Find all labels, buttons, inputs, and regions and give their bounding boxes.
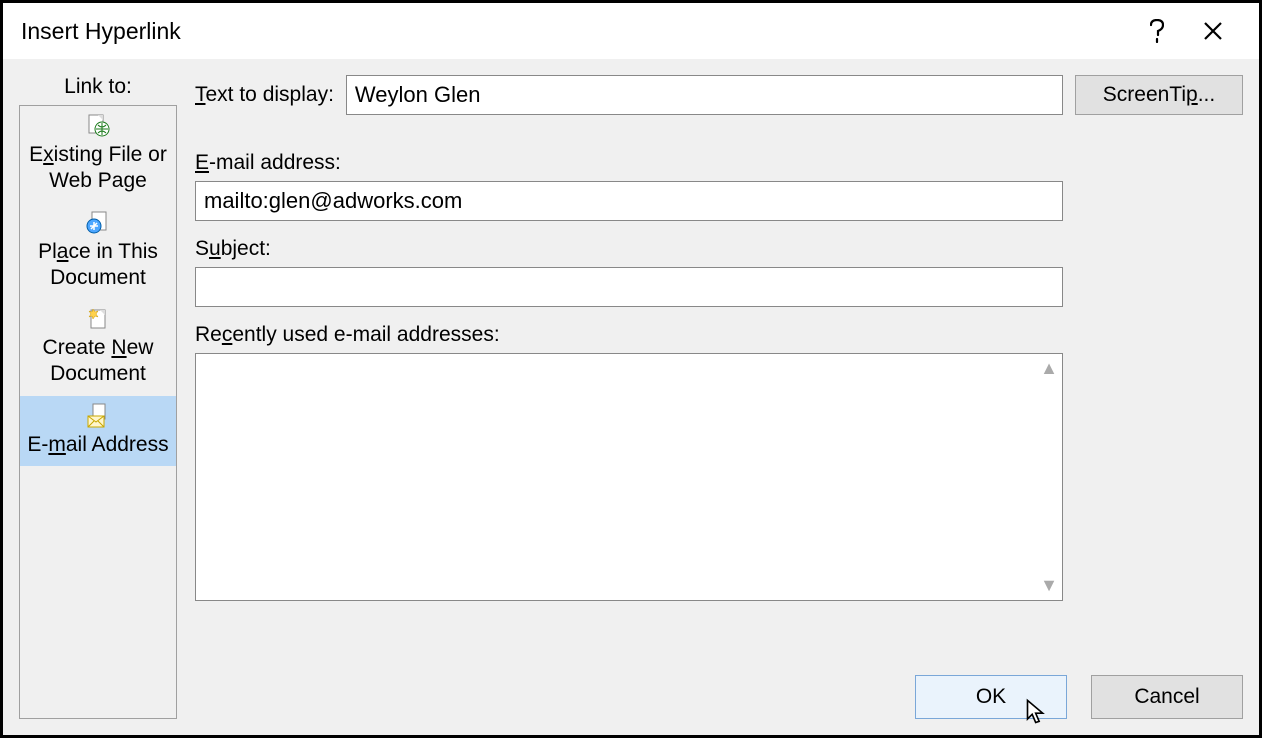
- email-address-input[interactable]: [195, 181, 1063, 221]
- file-web-icon: [84, 112, 112, 140]
- email-address-label: E-mail address:: [195, 151, 1243, 175]
- text-to-display-label: Text to display:: [195, 83, 334, 107]
- email-address-icon: [84, 402, 112, 430]
- linkto-item-label: Existing File orWeb Page: [29, 142, 167, 195]
- scrollbar[interactable]: ▲ ▼: [1036, 354, 1062, 600]
- titlebar: Insert Hyperlink: [3, 3, 1259, 59]
- link-to-label: Link to:: [64, 75, 132, 99]
- recent-emails-field: Recently used e-mail addresses: ▲ ▼: [195, 323, 1243, 601]
- linkto-item-label: Place in ThisDocument: [38, 239, 158, 292]
- text-to-display-input[interactable]: [346, 75, 1063, 115]
- linkto-item-label: Create NewDocument: [43, 335, 154, 388]
- linkto-create-new[interactable]: Create NewDocument: [20, 299, 176, 396]
- subject-input[interactable]: [195, 267, 1063, 307]
- cancel-button[interactable]: Cancel: [1091, 675, 1243, 719]
- close-icon: [1203, 21, 1223, 41]
- link-to-list: Existing File orWeb Page Place in ThisDo…: [19, 105, 177, 719]
- screentip-button[interactable]: ScreenTip...: [1075, 75, 1243, 115]
- close-button[interactable]: [1185, 3, 1241, 59]
- place-in-doc-icon: [84, 209, 112, 237]
- linkto-place-in-doc[interactable]: Place in ThisDocument: [20, 203, 176, 300]
- cancel-button-label: Cancel: [1134, 685, 1199, 709]
- help-icon: [1150, 19, 1164, 43]
- ok-button[interactable]: OK: [915, 675, 1067, 719]
- dialog-footer: OK Cancel: [915, 675, 1243, 719]
- help-button[interactable]: [1129, 3, 1185, 59]
- insert-hyperlink-dialog: Insert Hyperlink Link to: Existing File …: [0, 0, 1262, 738]
- subject-label: Subject:: [195, 237, 1243, 261]
- scroll-up-icon: ▲: [1040, 354, 1058, 383]
- link-to-column: Link to: Existing File orWeb Page: [19, 75, 177, 719]
- linkto-item-label: E-mail Address: [27, 432, 168, 458]
- main-column: Text to display: ScreenTip... E-mail add…: [195, 75, 1243, 719]
- dialog-title: Insert Hyperlink: [21, 18, 181, 45]
- subject-field: Subject:: [195, 237, 1243, 307]
- dialog-body: Link to: Existing File orWeb Page: [3, 59, 1259, 735]
- linkto-email-address[interactable]: E-mail Address: [20, 396, 176, 466]
- text-to-display-row: Text to display: ScreenTip...: [195, 75, 1243, 115]
- scroll-down-icon: ▼: [1040, 571, 1058, 600]
- ok-button-label: OK: [976, 685, 1006, 709]
- cursor-icon: [1024, 698, 1052, 726]
- email-address-field: E-mail address:: [195, 151, 1243, 221]
- new-doc-icon: [84, 305, 112, 333]
- recent-emails-label: Recently used e-mail addresses:: [195, 323, 1243, 347]
- recent-emails-list[interactable]: ▲ ▼: [195, 353, 1063, 601]
- linkto-existing-file[interactable]: Existing File orWeb Page: [20, 106, 176, 203]
